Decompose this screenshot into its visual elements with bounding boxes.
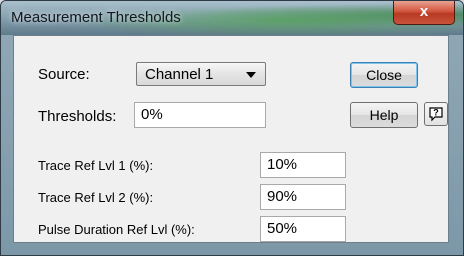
trace-ref-lvl-2-label: Trace Ref Lvl 2 (%): — [38, 190, 154, 205]
svg-text:?: ? — [433, 108, 439, 118]
help-button[interactable]: Help — [350, 102, 418, 128]
dialog-client-area: Source: Channel 1 Thresholds: 0% Close H… — [13, 35, 449, 243]
trace-ref-lvl-2-input[interactable]: 90% — [260, 184, 346, 210]
context-help-icon[interactable]: ? — [424, 102, 448, 126]
trace-ref-lvl-1-input[interactable]: 10% — [260, 152, 346, 178]
source-label: Source: — [38, 66, 90, 83]
dialog-window: Measurement Thresholds x Source: Channel… — [0, 0, 464, 256]
close-icon: x — [419, 3, 429, 20]
thresholds-label: Thresholds: — [38, 108, 117, 125]
close-button[interactable]: Close — [350, 62, 418, 88]
pulse-duration-ref-lvl-input[interactable]: 50% — [260, 216, 346, 242]
title-bar[interactable]: Measurement Thresholds x — [1, 1, 463, 35]
window-title: Measurement Thresholds — [11, 9, 181, 26]
source-dropdown[interactable]: Channel 1 — [136, 62, 266, 86]
speech-bubble-question-icon: ? — [429, 107, 443, 122]
close-window-button[interactable]: x — [393, 1, 455, 25]
chevron-down-icon — [246, 72, 256, 78]
pulse-duration-ref-lvl-label: Pulse Duration Ref Lvl (%): — [38, 222, 195, 237]
trace-ref-lvl-1-label: Trace Ref Lvl 1 (%): — [38, 158, 154, 173]
source-dropdown-value: Channel 1 — [145, 66, 214, 83]
thresholds-input[interactable]: 0% — [134, 102, 266, 128]
